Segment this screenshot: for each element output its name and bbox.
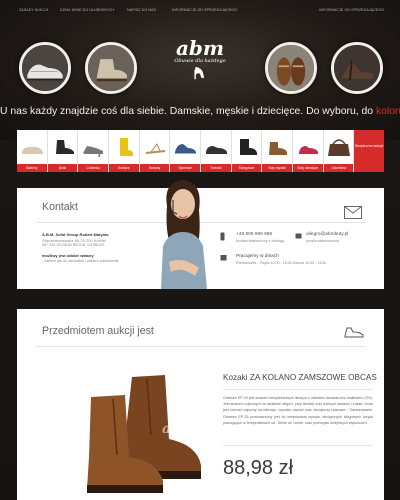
mens-boot-icon bbox=[269, 142, 288, 155]
kids-shoe-icon bbox=[299, 146, 319, 154]
phone-icon bbox=[220, 232, 225, 241]
price-divider bbox=[223, 445, 373, 446]
nav-seller-info[interactable]: Informacje od sprzedającego bbox=[172, 8, 237, 12]
heel-photo-icon bbox=[334, 45, 380, 91]
nav-favorites[interactable]: Dział wnie do ulubionych bbox=[60, 8, 114, 12]
boot-photo-icon bbox=[88, 45, 134, 91]
email-label: poczta elektroniczna bbox=[306, 239, 339, 243]
calendar-icon bbox=[220, 255, 227, 261]
product-watermark: abm bbox=[162, 421, 196, 437]
shoe-outline-icon bbox=[344, 327, 364, 338]
category-label: Galanteria bbox=[323, 164, 354, 172]
ankle-boot-icon bbox=[55, 140, 74, 154]
hero-photo-boots bbox=[85, 42, 137, 94]
nav-seller-info-right[interactable]: Informacje od sprzedającego bbox=[319, 8, 384, 12]
nav-auction-rules[interactable]: Zasady aukcji bbox=[19, 8, 48, 12]
sandal-photo-icon bbox=[268, 45, 314, 91]
category-more-button[interactable]: Bezpieczne aukcje bbox=[354, 130, 385, 172]
category-item[interactable]: Buty dziecięce bbox=[293, 130, 324, 172]
category-label: Śniegowce bbox=[231, 164, 262, 172]
category-label: Sportowe bbox=[170, 164, 201, 172]
name-divider bbox=[223, 389, 373, 390]
category-item[interactable]: Śniegowce bbox=[231, 130, 263, 172]
sneaker-icon bbox=[175, 144, 197, 155]
support-agent-photo bbox=[161, 180, 207, 289]
hours-title: Pracujemy w dniach bbox=[236, 254, 279, 259]
contact-panel: Kontakt A.B.M. Solid Group Robert Matyni… bbox=[17, 180, 384, 289]
phone-label: kontakt telefoniczny z obsługą bbox=[236, 239, 284, 243]
handbag-icon bbox=[327, 139, 350, 156]
category-item[interactable]: Kalosze bbox=[109, 130, 140, 172]
category-label: Buty męskie bbox=[262, 164, 293, 172]
product-image-boots[interactable]: abm bbox=[77, 369, 207, 497]
top-navigation: Zasady aukcji Dział wnie do ulubionych N… bbox=[0, 0, 400, 20]
hero-tagline: U nas każdy znajdzie coś dla siebie. Dam… bbox=[0, 106, 400, 117]
category-item[interactable]: Galanteria bbox=[323, 130, 355, 172]
hero-photo-sneakers bbox=[19, 42, 71, 94]
brand-logo[interactable]: abm Obuwie dla każdego bbox=[168, 38, 232, 98]
product-name: Kozaki ZA KOLANO ZAMSZOWE OBCAS bbox=[223, 373, 377, 382]
nav-contact-us[interactable]: Napisz do nas bbox=[127, 8, 156, 12]
product-description: Greesen EP-25 jest smarem kompleksowym l… bbox=[223, 396, 373, 425]
hero-photo-heels bbox=[331, 42, 383, 94]
sneaker-photo-icon bbox=[22, 45, 68, 91]
pickup-note: - odbierz jak do nas trafisz i odbierz z… bbox=[42, 259, 119, 263]
category-bar: Baleriny Botki Czółenka Kalosze Sandały Sport… bbox=[17, 130, 385, 172]
category-label: Trzewiki bbox=[201, 164, 231, 172]
category-item[interactable]: Sandały bbox=[139, 130, 171, 172]
category-item[interactable]: Botki bbox=[47, 130, 79, 172]
category-item[interactable]: Sportowe bbox=[170, 130, 202, 172]
phone-number[interactable]: +48 609 996 996 bbox=[236, 232, 272, 238]
email-address[interactable]: allegro@abmbuty.pl bbox=[306, 232, 348, 238]
working-hours: Poniedziałek - Piątek 10:00 - 18:00 Sobo… bbox=[236, 261, 327, 265]
logo-text: abm bbox=[175, 36, 225, 60]
rain-boot-icon bbox=[120, 138, 134, 156]
company-ids: NIP: 534-191-98-83 REGON: 141385129 bbox=[42, 243, 105, 247]
contact-title: Kontakt bbox=[42, 201, 78, 213]
category-label: Botki bbox=[47, 164, 78, 172]
mail-icon[interactable] bbox=[344, 206, 362, 219]
email-small-icon bbox=[295, 233, 302, 239]
tagline-text: U nas każdy znajdzie coś dla siebie. Dam… bbox=[0, 106, 376, 117]
product-panel: Przedmiotem aukcji jest abm Kozaki ZA KO… bbox=[17, 309, 384, 500]
category-label: Sandały bbox=[139, 164, 170, 172]
shoe-icon bbox=[206, 146, 228, 154]
category-item[interactable]: Trzewiki bbox=[201, 130, 232, 172]
category-item[interactable]: Czółenka bbox=[78, 130, 110, 172]
snow-boot-icon bbox=[239, 139, 257, 155]
logo-tagline: Obuwie dla każdego bbox=[174, 58, 226, 64]
sandal-icon bbox=[145, 143, 165, 154]
category-label: Czółenka bbox=[78, 164, 109, 172]
category-label: Kalosze bbox=[109, 164, 139, 172]
product-divider bbox=[36, 346, 366, 347]
category-item[interactable]: Buty męskie bbox=[262, 130, 294, 172]
product-section-title: Przedmiotem aukcji jest bbox=[42, 325, 154, 337]
company-name: A.B.M. Solid Group Robert Matynia bbox=[42, 232, 109, 237]
category-label: Baleriny bbox=[17, 164, 47, 172]
pickup-title: możliwy jest odbiór własny bbox=[42, 253, 94, 258]
ballet-flat-icon bbox=[22, 146, 43, 154]
category-label: Buty dziecięce bbox=[293, 164, 323, 172]
product-price: 88,98 zł bbox=[223, 457, 294, 479]
tagline-accent: koloru bbox=[375, 106, 400, 117]
category-item[interactable]: Baleriny bbox=[17, 130, 48, 172]
pump-icon bbox=[83, 146, 104, 158]
hero-photo-sandals bbox=[265, 42, 317, 94]
logo-shoe-icon bbox=[194, 66, 205, 80]
